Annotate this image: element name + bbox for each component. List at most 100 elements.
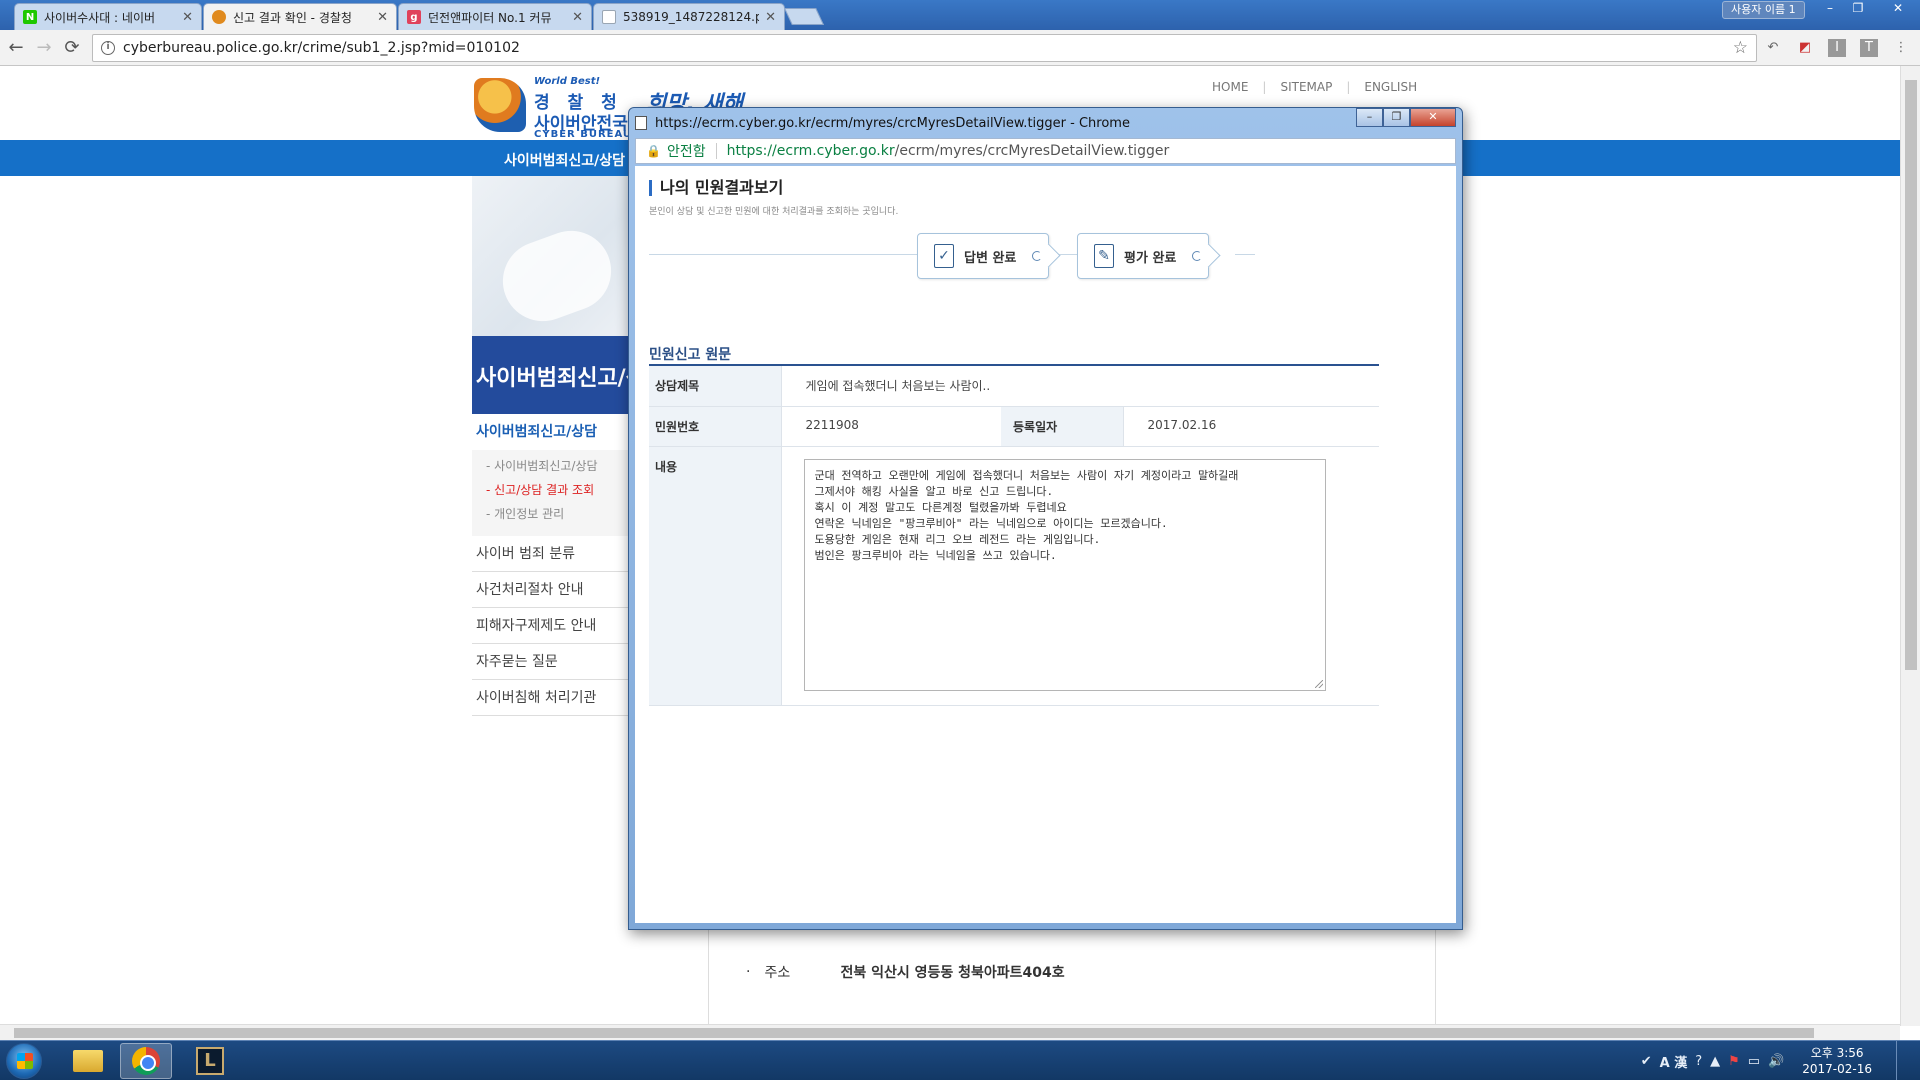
- maximize-icon[interactable]: ❐: [1383, 108, 1410, 127]
- address-bar[interactable]: i cyberbureau.police.go.kr/crime/sub1_2.…: [92, 34, 1757, 62]
- back-icon[interactable]: ←: [4, 36, 28, 60]
- menu-icon[interactable]: ⋮: [1892, 39, 1910, 57]
- ime-indicator[interactable]: A 漢: [1660, 1052, 1688, 1071]
- clock-date: 2017-02-16: [1802, 1062, 1872, 1076]
- t-extension-icon[interactable]: T: [1860, 39, 1878, 57]
- popup-url-host: https://ecrm.cyber.go.kr: [726, 143, 895, 159]
- lnb-sub-privacy[interactable]: - 개인정보 관리: [486, 502, 632, 526]
- tab-naver[interactable]: N 사이버수사대 : 네이버 ✕: [14, 3, 202, 30]
- step-label: 평가 완료: [1124, 250, 1177, 266]
- lnb-sub-result[interactable]: - 신고/상담 결과 조회: [486, 478, 632, 502]
- lnb-item-victim-relief[interactable]: 피해자구제제도 안내: [472, 608, 632, 644]
- minimize-icon[interactable]: –: [1816, 0, 1844, 18]
- reply-extension-icon[interactable]: ↶: [1764, 39, 1782, 57]
- windows-taskbar: L ✔ A 漢 ? ▲ ⚑ ▭ 🔊 오후 3:56 2017-02-16: [0, 1040, 1920, 1080]
- table-row: 민원번호 2211908 등록일자 2017.02.16: [649, 406, 1379, 447]
- date-label: 등록일자: [1001, 406, 1124, 447]
- content-line: 연락온 닉네임은 "팡크루비아" 라는 닉네임으로 아이디는 모르겠습니다.: [814, 516, 1168, 530]
- i-extension-icon[interactable]: I: [1828, 39, 1846, 57]
- lnb-item-agencies[interactable]: 사이버침해 처리기관: [472, 680, 632, 716]
- minimize-icon[interactable]: –: [1356, 108, 1383, 127]
- network-icon[interactable]: ▭: [1748, 1054, 1760, 1069]
- new-tab-button[interactable]: [784, 8, 824, 25]
- home-link[interactable]: HOME: [1212, 80, 1248, 94]
- info-icon[interactable]: i: [101, 41, 115, 55]
- clock[interactable]: 오후 3:56 2017-02-16: [1802, 1045, 1872, 1077]
- separator: |: [1262, 80, 1267, 94]
- taskbar-chrome[interactable]: [120, 1043, 172, 1079]
- start-button[interactable]: [6, 1043, 42, 1079]
- page-description: 본인이 상담 및 신고한 민원에 대한 처리결과를 조회하는 곳입니다.: [649, 207, 899, 217]
- scroll-thumb[interactable]: [14, 1028, 1814, 1038]
- popup-window-controls: – ❐ ✕: [1356, 108, 1456, 127]
- number-label: 민원번호: [649, 406, 782, 447]
- close-icon[interactable]: ✕: [182, 10, 193, 25]
- section-title: 민원신고 원문: [649, 347, 732, 363]
- content-textarea[interactable]: 군대 전역하고 오랜만에 게임에 접속했더니 처음보는 사람이 자기 계정이라고…: [803, 458, 1326, 691]
- resize-handle-icon[interactable]: [1314, 679, 1323, 688]
- action-center-icon[interactable]: ⚑: [1728, 1054, 1740, 1069]
- step-dot: [1032, 251, 1042, 261]
- clock-time: 오후 3:56: [1810, 1046, 1864, 1060]
- file-icon: [602, 10, 616, 24]
- show-desktop-button[interactable]: [1896, 1041, 1910, 1080]
- taskbar-explorer[interactable]: [62, 1043, 114, 1079]
- logo-tagline: World Best!: [534, 76, 601, 87]
- table-row: 상담제목 게임에 접속했더니 처음보는 사람이..: [649, 366, 1379, 407]
- lnb-sub-report[interactable]: - 사이버범죄신고/상담: [486, 454, 632, 478]
- tab-image-file[interactable]: 538919_1487228124.png ✕: [593, 3, 785, 30]
- content-line: 군대 전역하고 오랜만에 게임에 접속했더니 처음보는 사람이 자기 계정이라고…: [814, 468, 1239, 482]
- sitemap-link[interactable]: SITEMAP: [1280, 80, 1332, 94]
- content-line: 도용당한 게임은 현재 리그 오브 레전드 라는 게임입니다.: [814, 532, 1101, 546]
- subject-label: 상담제목: [649, 366, 782, 407]
- left-navigation: 사이버범죄신고/상담 - 사이버범죄신고/상담 - 신고/상담 결과 조회 - …: [472, 414, 632, 716]
- close-icon[interactable]: ✕: [377, 10, 388, 25]
- address-url: cyberbureau.police.go.kr/crime/sub1_2.js…: [123, 40, 520, 56]
- close-icon[interactable]: ✕: [765, 10, 776, 25]
- tab-police-report[interactable]: 신고 결과 확인 - 경찰청 ✕: [203, 3, 397, 30]
- flag-extension-icon[interactable]: ◩: [1796, 39, 1814, 57]
- tab-dnf-community[interactable]: g 던전앤파이터 No.1 커뮤 ✕: [398, 3, 592, 30]
- close-window-icon[interactable]: ✕: [1880, 0, 1916, 18]
- maximize-icon[interactable]: ❐: [1844, 0, 1872, 18]
- global-links: HOME | SITEMAP | ENGLISH: [1212, 80, 1417, 94]
- lnb-item-report[interactable]: 사이버범죄신고/상담: [472, 414, 632, 450]
- popup-titlebar[interactable]: https://ecrm.cyber.go.kr/ecrm/myres/crcM…: [635, 110, 1456, 136]
- lock-icon: 🔒: [646, 144, 661, 158]
- browser-toolbar: ← → ⟳ i cyberbureau.police.go.kr/crime/s…: [0, 30, 1920, 66]
- show-hidden-icon[interactable]: ▲: [1710, 1054, 1720, 1069]
- date-value: 2017.02.16: [1123, 406, 1379, 447]
- profile-button[interactable]: 사용자 이름 1: [1722, 1, 1805, 19]
- vertical-scrollbar[interactable]: [1900, 66, 1920, 1026]
- tab-label: 던전앤파이터 No.1 커뮤: [428, 10, 552, 25]
- lnb-item-procedure[interactable]: 사건처리절차 안내: [472, 572, 632, 608]
- step-dot: [1192, 251, 1202, 261]
- table-row: 내용 군대 전역하고 오랜만에 게임에 접속했더니 처음보는 사람이 자기 계정…: [649, 446, 1379, 706]
- scroll-thumb[interactable]: [1905, 80, 1917, 670]
- site-logo[interactable]: World Best! 경 찰 청 사이버안전국 CYBER BUREAU: [474, 76, 644, 140]
- horizontal-scrollbar[interactable]: [0, 1024, 1900, 1040]
- lnb-item-classification[interactable]: 사이버 범죄 분류: [472, 536, 632, 572]
- english-link[interactable]: ENGLISH: [1364, 80, 1417, 94]
- taskbar-lol[interactable]: L: [184, 1043, 236, 1079]
- close-icon[interactable]: ✕: [1410, 108, 1456, 127]
- popup-window-title: https://ecrm.cyber.go.kr/ecrm/myres/crcM…: [655, 115, 1130, 131]
- step-label: 답변 완료: [964, 250, 1017, 266]
- volume-icon[interactable]: 🔊: [1768, 1054, 1784, 1069]
- close-icon[interactable]: ✕: [572, 10, 583, 25]
- content-label: 내용: [649, 446, 782, 706]
- help-icon[interactable]: ?: [1695, 1054, 1702, 1069]
- forward-icon[interactable]: →: [32, 36, 56, 60]
- menu-cyber-report[interactable]: 사이버범죄신고/상담: [504, 150, 625, 170]
- bullet: ·: [746, 964, 751, 980]
- divider: [715, 143, 717, 159]
- lnb-item-faq[interactable]: 자주묻는 질문: [472, 644, 632, 680]
- bookmark-star-icon[interactable]: ☆: [1733, 38, 1748, 58]
- shield-icon[interactable]: ✔: [1641, 1054, 1652, 1069]
- progress-line: [649, 254, 1149, 255]
- windows-logo-icon: [17, 1053, 33, 1069]
- popup-address-bar[interactable]: 🔒 안전함 https://ecrm.cyber.go.kr /ecrm/myr…: [635, 138, 1456, 164]
- page-icon: [635, 116, 647, 130]
- reload-icon[interactable]: ⟳: [60, 36, 84, 60]
- chrome-icon: [132, 1047, 160, 1075]
